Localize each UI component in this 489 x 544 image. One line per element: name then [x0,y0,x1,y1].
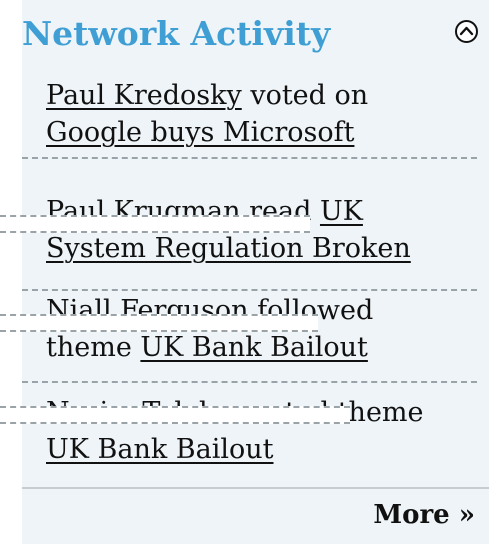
target-link[interactable]: UK Bank Bailout [140,332,367,363]
separator [0,215,310,233]
more-link[interactable]: More » [373,497,475,533]
footer-divider [22,487,489,489]
activity-prefix: theme [46,332,132,363]
separator [0,406,350,424]
target-link[interactable]: UK Bank Bailout [46,434,273,465]
activity-action: voted on [250,80,369,111]
target-link[interactable]: Google buys Microsoft [46,117,354,148]
target-link[interactable]: UK [320,196,363,227]
activity-item: Paul Kredosky voted on Google buys Micro… [46,77,368,151]
panel-title: Network Activity [22,14,331,53]
chevron-up-icon [459,26,474,36]
separator [22,381,477,383]
separator [22,289,477,291]
actor-link[interactable]: Paul Kredosky [46,80,242,111]
separator [22,157,477,159]
collapse-button[interactable] [455,20,478,43]
target-link[interactable]: System Regulation Broken [46,233,411,264]
separator [0,314,318,332]
